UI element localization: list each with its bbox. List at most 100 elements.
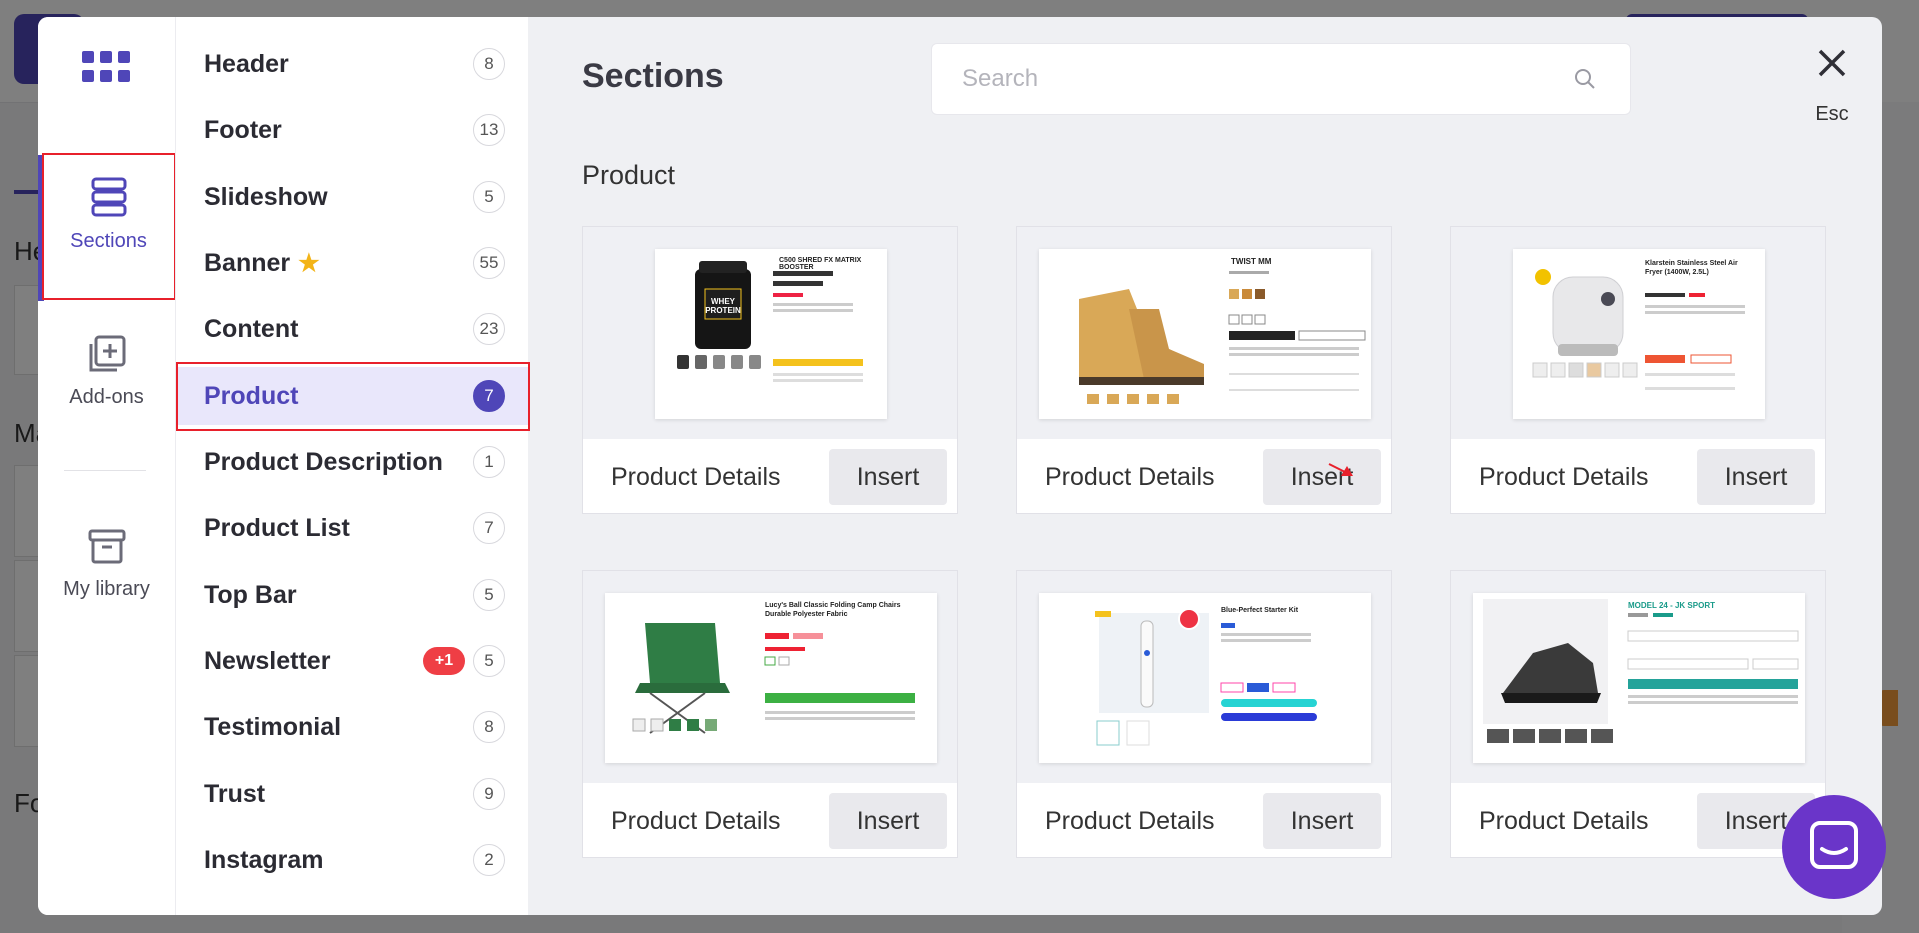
category-product-description[interactable]: Product Description 1 — [176, 433, 528, 491]
category-name: Header — [204, 49, 289, 78]
section-card[interactable]: MODEL 24 - JK SPORT Product Details Inse… — [1450, 570, 1826, 858]
card-preview: Klarstein Stainless Steel Air Fryer (140… — [1513, 249, 1765, 419]
category-name: Banner — [204, 248, 291, 277]
preview-title: Lucy's Ball Classic Folding Camp Chairs … — [765, 602, 901, 618]
category-content[interactable]: Content 23 — [176, 300, 528, 358]
card-title: Product Details — [1045, 807, 1215, 835]
sections-main: Sections Esc Product — [527, 17, 1882, 915]
search-input[interactable] — [960, 44, 1524, 114]
category-name-wrap: Banner ★ — [204, 249, 320, 278]
category-product-list[interactable]: Product List 7 — [176, 499, 528, 557]
category-count: 5 — [473, 181, 505, 213]
category-count: 5 — [473, 645, 505, 677]
category-count: 2 — [473, 844, 505, 876]
section-card[interactable]: Lucy's Ball Classic Folding Camp Chairs … — [582, 570, 958, 858]
category-footer[interactable]: Footer 13 — [176, 101, 528, 159]
category-count: 8 — [473, 711, 505, 743]
chat-icon — [1810, 821, 1858, 869]
section-card[interactable]: Blue-Perfect Starter Kit Product Details… — [1016, 570, 1392, 858]
card-title: Product Details — [611, 807, 781, 835]
rail-item-my-library[interactable]: My library — [38, 529, 175, 601]
search-icon[interactable] — [1574, 68, 1596, 90]
preview-title: Klarstein Stainless Steel Air Fryer (140… — [1645, 260, 1738, 276]
card-title: Product Details — [611, 463, 781, 491]
library-icon — [88, 529, 125, 564]
category-newsletter[interactable]: Newsletter +1 5 — [176, 632, 528, 690]
category-list: Header 8 Footer 13 Slideshow 5 Banner ★ 5… — [175, 17, 530, 915]
category-name: Instagram — [204, 845, 324, 874]
section-card[interactable]: Klarstein Stainless Steel Air Fryer (140… — [1450, 226, 1826, 514]
preview-title: Blue-Perfect Starter Kit — [1221, 607, 1299, 614]
category-trust[interactable]: Trust 9 — [176, 765, 528, 823]
rail-divider — [64, 470, 146, 471]
category-name: Newsletter — [204, 646, 331, 675]
card-thumbnail: Lucy's Ball Classic Folding Camp Chairs … — [583, 571, 957, 783]
page-title: Sections — [582, 57, 724, 95]
chat-launcher-button[interactable] — [1782, 795, 1886, 899]
close-icon[interactable] — [1808, 39, 1856, 87]
insert-button[interactable]: Insert — [1263, 793, 1381, 849]
insert-button[interactable]: Insert — [1697, 449, 1815, 505]
category-count: 7 — [473, 512, 505, 544]
category-name: Footer — [204, 115, 282, 144]
rail-item-sections[interactable]: Sections — [42, 177, 175, 253]
category-name: Product Description — [204, 447, 443, 476]
card-preview: TWIST MM — [1039, 249, 1371, 419]
card-thumbnail: Klarstein Stainless Steel Air Fryer (140… — [1451, 227, 1825, 439]
card-thumbnail: MODEL 24 - JK SPORT — [1451, 571, 1825, 783]
category-count: 13 — [473, 114, 505, 146]
card-preview: Blue-Perfect Starter Kit — [1039, 593, 1371, 763]
insert-button[interactable]: Insert — [1263, 449, 1381, 505]
star-icon: ★ — [298, 249, 320, 277]
card-thumbnail: TWIST MM — [1017, 227, 1391, 439]
rail-item-add-ons[interactable]: Add-ons — [38, 335, 175, 409]
insert-button[interactable]: Insert — [829, 793, 947, 849]
sections-modal: Sections Add-ons My library Header 8 Foo… — [38, 17, 1882, 915]
category-count: 7 — [473, 380, 505, 412]
apps-grid-icon — [82, 51, 130, 83]
category-count: 1 — [473, 446, 505, 478]
category-name: Testimonial — [204, 712, 342, 741]
category-name: Slideshow — [204, 182, 328, 211]
rail-item-label: My library — [63, 578, 150, 600]
section-card[interactable]: C500 SHRED FX MATRIX BOOSTER WHEY PROTEI… — [582, 226, 958, 514]
category-instagram[interactable]: Instagram 2 — [176, 831, 528, 889]
annotation-arrow-icon — [1328, 463, 1353, 476]
boot-preview-image — [1079, 271, 1366, 404]
toothbrush-preview-image — [1095, 608, 1317, 746]
preview-product-label: WHEY PROTEIN — [705, 297, 741, 315]
card-preview: MODEL 24 - JK SPORT — [1473, 593, 1805, 763]
insert-button[interactable]: Insert — [829, 449, 947, 505]
category-count: 55 — [473, 247, 505, 279]
card-title: Product Details — [1479, 807, 1649, 835]
sections-icon — [91, 177, 126, 217]
rail-item-label: Sections — [70, 230, 147, 252]
card-title: Product Details — [1045, 463, 1215, 491]
modal-rail: Sections Add-ons My library — [38, 17, 176, 915]
category-product[interactable]: Product 7 — [176, 367, 528, 425]
card-thumbnail: Blue-Perfect Starter Kit — [1017, 571, 1391, 783]
protein-preview-image — [677, 261, 863, 382]
card-preview: C500 SHRED FX MATRIX BOOSTER WHEY PROTEI… — [655, 249, 887, 419]
sneaker-preview-image — [1483, 599, 1799, 743]
preview-title: TWIST MM — [1231, 257, 1272, 266]
category-testimonial[interactable]: Testimonial 8 — [176, 698, 528, 756]
rail-item-label: Add-ons — [69, 386, 144, 408]
card-thumbnail: C500 SHRED FX MATRIX BOOSTER WHEY PROTEI… — [583, 227, 957, 439]
category-count: 23 — [473, 313, 505, 345]
preview-title: MODEL 24 - JK SPORT — [1628, 601, 1715, 610]
preview-title: C500 SHRED FX MATRIX BOOSTER — [779, 257, 862, 271]
category-name: Trust — [204, 779, 266, 808]
category-top-bar[interactable]: Top Bar 5 — [176, 566, 528, 624]
esc-hint: Esc — [1815, 103, 1849, 125]
category-slideshow[interactable]: Slideshow 5 — [176, 168, 528, 226]
category-banner[interactable]: Banner ★ 55 — [176, 234, 528, 292]
card-title: Product Details — [1479, 463, 1649, 491]
category-name: Product List — [204, 513, 350, 542]
category-header[interactable]: Header 8 — [176, 35, 528, 93]
group-title: Product — [582, 160, 676, 190]
category-count: 5 — [473, 579, 505, 611]
category-count: 9 — [473, 778, 505, 810]
card-preview: Lucy's Ball Classic Folding Camp Chairs … — [605, 593, 937, 763]
new-badge: +1 — [423, 647, 465, 675]
